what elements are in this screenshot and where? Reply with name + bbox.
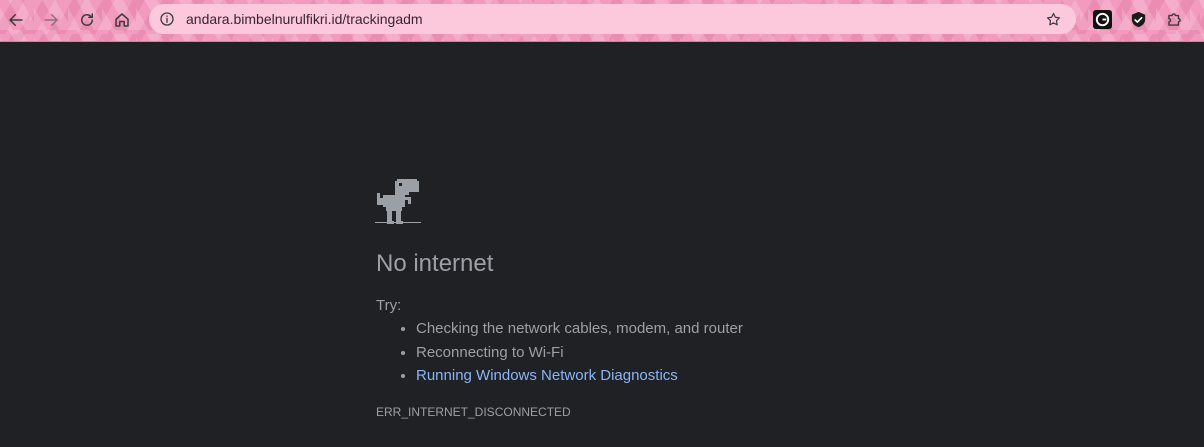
list-item: Checking the network cables, modem, and … [416, 320, 743, 344]
grammarly-extension-button[interactable] [1092, 9, 1112, 29]
try-label: Try: [376, 297, 402, 314]
shield-extension-button[interactable] [1128, 9, 1148, 29]
shield-icon [1131, 11, 1145, 27]
list-item: Running Windows Network Diagnostics [416, 367, 743, 391]
address-bar[interactable]: andara.bimbelnurulfikri.id/trackingadm [149, 4, 1076, 34]
arrow-right-icon [44, 14, 58, 26]
site-info-button[interactable] [158, 10, 176, 28]
network-diagnostics-link[interactable]: Running Windows Network Diagnostics [416, 367, 678, 384]
star-icon [1046, 12, 1060, 25]
suggestion-text: Reconnecting to Wi-Fi [416, 343, 564, 361]
reload-icon [81, 13, 93, 26]
dino-icon [375, 179, 421, 224]
info-icon [160, 12, 174, 26]
grammarly-icon [1092, 9, 1112, 29]
suggestion-text: Checking the network cables, modem, and … [416, 320, 743, 337]
back-button[interactable] [4, 8, 28, 32]
forward-button[interactable] [39, 8, 63, 32]
page-title: No internet [376, 250, 494, 277]
list-item: Reconnecting to Wi-Fi [416, 344, 743, 368]
bookmark-button[interactable] [1044, 10, 1062, 28]
suggestion-list: Checking the network cables, modem, and … [376, 320, 743, 391]
home-icon [115, 13, 129, 27]
extensions-menu-button[interactable] [1164, 9, 1184, 29]
arrow-left-icon [9, 14, 23, 26]
reload-button[interactable] [75, 8, 99, 32]
browser-toolbar: andara.bimbelnurulfikri.id/trackingadm [0, 0, 1204, 42]
address-url[interactable]: andara.bimbelnurulfikri.id/trackingadm [186, 11, 423, 27]
home-button[interactable] [110, 8, 134, 32]
puzzle-icon [1167, 12, 1181, 26]
error-code: ERR_INTERNET_DISCONNECTED [376, 405, 571, 419]
